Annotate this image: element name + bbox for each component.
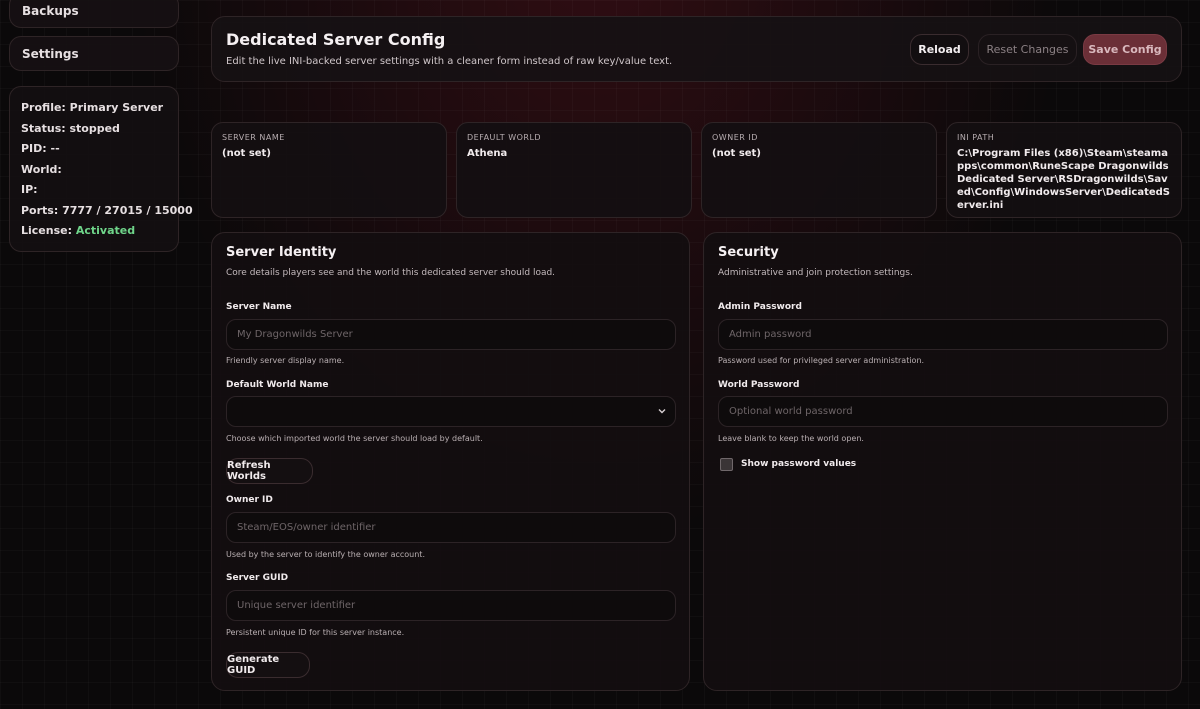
generate-guid-button[interactable]: Generate GUID [226, 652, 310, 678]
info-card-key: DEFAULT WORLD [467, 133, 542, 142]
info-card-ini-path: INI PATH C:\Program Files (x86)\Steam\st… [946, 122, 1182, 218]
page-subtitle: Edit the live INI-backed server settings… [226, 56, 673, 67]
world-password-hint: Leave blank to keep the world open. [718, 434, 864, 443]
status-license: License: Activated [21, 224, 136, 237]
server-name-label: Server Name [226, 302, 292, 312]
status-status: Status: stopped [21, 121, 120, 135]
sidebar-item-label: Backups [22, 3, 79, 18]
reset-changes-button[interactable]: Reset Changes [978, 34, 1077, 65]
server-guid-hint: Persistent unique ID for this server ins… [226, 628, 405, 637]
owner-id-input[interactable]: Steam/EOS/owner identifier [226, 512, 676, 543]
info-card-server-name: SERVER NAME (not set) [211, 122, 447, 218]
info-card-key: INI PATH [957, 133, 995, 142]
default-world-select[interactable] [226, 396, 676, 427]
server-guid-label: Server GUID [226, 573, 289, 583]
world-password-label: World Password [718, 380, 800, 390]
default-world-label: Default World Name [226, 380, 329, 390]
server-name-input[interactable]: My Dragonwilds Server [226, 319, 676, 350]
status-ports: Ports: 7777 / 27015 / 15000 [21, 203, 193, 217]
info-card-key: SERVER NAME [222, 133, 285, 142]
status-pid: PID: -- [21, 142, 60, 155]
owner-id-label: Owner ID [226, 495, 273, 505]
license-badge: Activated [75, 224, 136, 237]
info-card-value: (not set) [712, 148, 761, 159]
server-identity-panel: Server Identity Core details players see… [211, 232, 690, 691]
info-card-value: (not set) [222, 148, 271, 159]
chevron-down-icon [658, 409, 666, 414]
panel-title: Security [718, 245, 779, 260]
sidebar-item-settings[interactable]: Settings [9, 36, 179, 71]
info-card-value: C:\Program Files (x86)\Steam\steamapps\c… [957, 148, 1171, 211]
panel-subtitle: Administrative and join protection setti… [718, 268, 913, 278]
status-profile: Profile: Primary Server [21, 101, 164, 114]
security-panel: Security Administrative and join protect… [703, 232, 1182, 691]
status-ip: IP: [21, 183, 38, 196]
reload-button[interactable]: Reload [910, 34, 969, 65]
info-card-owner-id: OWNER ID (not set) [701, 122, 937, 218]
info-card-default-world: DEFAULT WORLD Athena [456, 122, 692, 218]
info-card-key: OWNER ID [712, 133, 758, 142]
admin-password-hint: Password used for privileged server admi… [718, 356, 925, 365]
panel-title: Server Identity [226, 245, 337, 260]
owner-id-hint: Used by the server to identify the owner… [226, 550, 425, 559]
show-password-checkbox[interactable] [720, 458, 733, 471]
server-status-card: Profile: Primary Server Status: stopped … [9, 86, 193, 252]
status-world: World: [21, 162, 62, 176]
save-config-button[interactable]: Save Config [1083, 34, 1167, 65]
world-password-input[interactable]: Optional world password [718, 396, 1168, 427]
info-card-value: Athena [467, 148, 508, 159]
admin-password-label: Admin Password [718, 302, 802, 312]
default-world-hint: Choose which imported world the server s… [226, 434, 483, 443]
refresh-worlds-button[interactable]: Refresh Worlds [226, 458, 313, 484]
sidebar-item-label: Settings [22, 46, 79, 61]
page-title: Dedicated Server Config [226, 30, 446, 49]
sidebar-item-backups[interactable]: Backups [9, 0, 179, 28]
config-header: Dedicated Server Config Edit the live IN… [211, 16, 1182, 82]
show-password-label[interactable]: Show password values [741, 459, 856, 469]
server-guid-input[interactable]: Unique server identifier [226, 590, 676, 621]
admin-password-input[interactable]: Admin password [718, 319, 1168, 350]
server-name-hint: Friendly server display name. [226, 356, 345, 365]
panel-subtitle: Core details players see and the world t… [226, 268, 556, 278]
